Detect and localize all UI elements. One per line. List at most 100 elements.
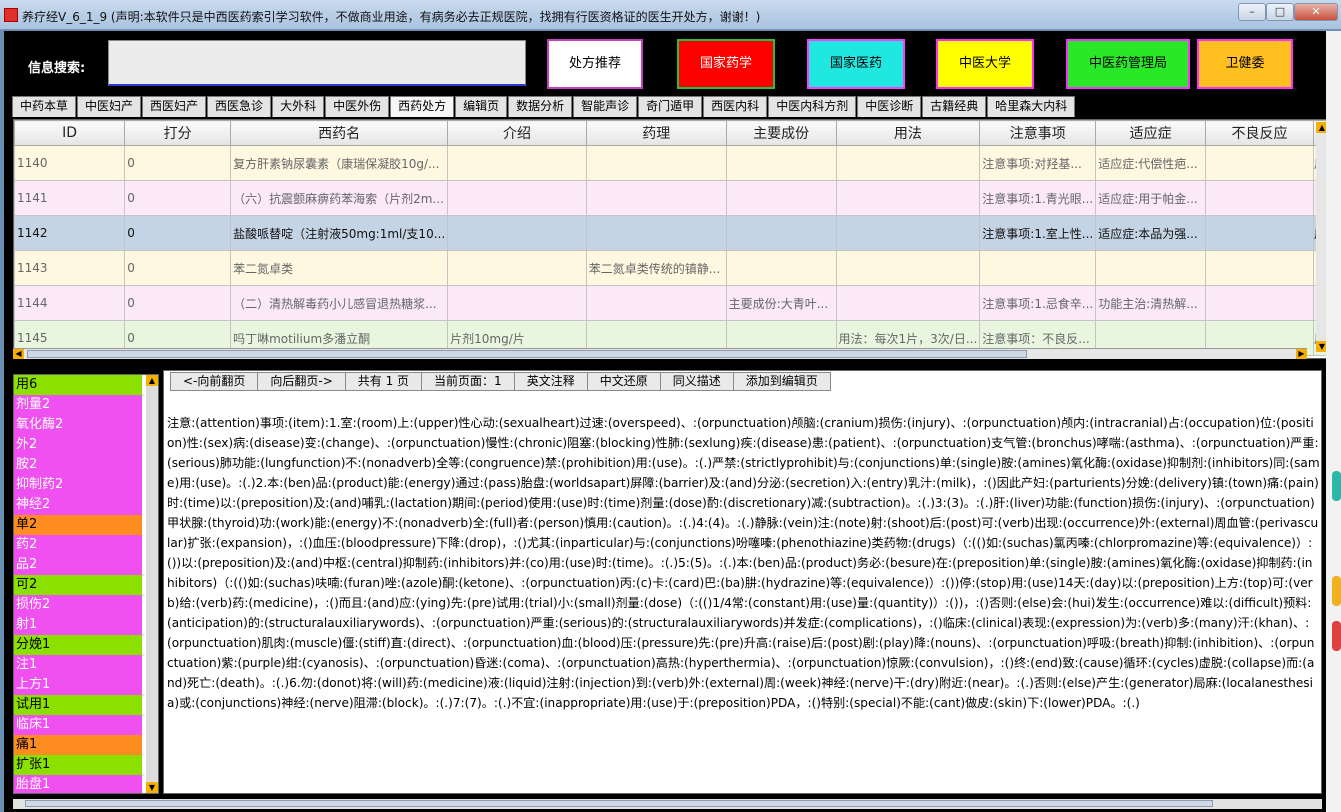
table-row[interactable]: 1141 0 （六）抗震颤麻痹药苯海索（片剂2m... 注意事项:1.青光眼... 适应… (14, 180, 1327, 216)
pager-button-0[interactable]: <-向前翻页 (170, 372, 259, 391)
tab-13[interactable]: 中医诊断 (857, 96, 922, 117)
column-header[interactable]: 打分 (124, 120, 232, 146)
table-cell[interactable]: （二）清热解毒药小儿感冒退热糖浆... (230, 285, 449, 321)
table-cell[interactable]: 1141 (14, 180, 126, 216)
list-item[interactable]: 射1 (14, 615, 142, 635)
list-item[interactable]: 单2 (14, 515, 142, 535)
column-header[interactable]: 主要成份 (725, 120, 837, 146)
minimize-button[interactable]: – (1238, 3, 1266, 21)
top-button-0[interactable]: 处方推荐 (547, 39, 643, 89)
tab-14[interactable]: 古籍经典 (922, 96, 987, 117)
table-cell[interactable] (835, 145, 981, 181)
table-cell[interactable] (725, 215, 837, 251)
table-cell[interactable]: 苯二氮卓类 (230, 250, 449, 286)
list-item[interactable]: 外2 (14, 435, 142, 455)
table-cell[interactable]: （六）抗震颤麻痹药苯海索（片剂2m... (230, 180, 449, 216)
tab-2[interactable]: 西医妇产 (142, 96, 207, 117)
pager-button-4[interactable]: 英文注释 (513, 372, 588, 391)
scroll-thumb[interactable] (25, 800, 1213, 807)
list-item[interactable]: 剂量2 (14, 395, 142, 415)
table-cell[interactable]: 适应症:本品为强... (1095, 215, 1207, 251)
table-row[interactable]: 1144 0 （二）清热解毒药小儿感冒退热糖浆... 主要成份:大青叶... 注意事项:… (14, 285, 1327, 321)
table-cell[interactable] (1205, 145, 1314, 181)
pager-button-7[interactable]: 添加到编辑页 (732, 372, 831, 391)
list-item[interactable]: 痛1 (14, 735, 142, 755)
list-item[interactable]: 试用1 (14, 695, 142, 715)
table-cell[interactable]: 1140 (14, 145, 126, 181)
column-header[interactable]: 适应症 (1095, 120, 1207, 146)
table-cell[interactable]: 适应症:用于帕金... (1095, 180, 1207, 216)
tab-6[interactable]: 西药处方 (390, 96, 455, 117)
table-cell[interactable] (585, 215, 727, 251)
pager-button-2[interactable]: 共有 1 页 (344, 372, 423, 391)
table-cell[interactable]: 0 (124, 215, 232, 251)
table-cell[interactable]: 注意事项:1.忌食辛... (979, 285, 1097, 321)
tab-10[interactable]: 奇门遁甲 (638, 96, 703, 117)
list-item[interactable]: 分娩1 (14, 635, 142, 655)
table-row[interactable]: 1142 0 盐酸哌替啶（注射液50mg:1ml/支10... 注意事项:1.室上性.… (14, 215, 1327, 251)
table-cell[interactable]: 注意事项:1.室上性... (979, 215, 1097, 251)
table-cell[interactable] (725, 145, 837, 181)
table-cell[interactable]: 1143 (14, 250, 126, 286)
list-item[interactable]: 品2 (14, 555, 142, 575)
table-cell[interactable]: 适应症:代偿性疤... (1095, 145, 1207, 181)
tab-3[interactable]: 西医急诊 (207, 96, 272, 117)
table-cell[interactable] (585, 145, 727, 181)
table-cell[interactable]: 复方肝素钠尿囊素（康瑞保凝胶10g/... (230, 145, 449, 181)
pager-button-1[interactable]: 向后翻页-> (257, 372, 346, 391)
scroll-thumb[interactable] (27, 350, 1027, 358)
table-cell[interactable] (447, 145, 587, 181)
table-cell[interactable]: 苯二氮卓类传统的镇静... (585, 250, 727, 286)
table-row[interactable]: 1140 0 复方肝素钠尿囊素（康瑞保凝胶10g/... 注意事项:对羟基... 适应症… (14, 145, 1327, 181)
scroll-up-icon[interactable]: ▲ (146, 375, 158, 386)
table-cell[interactable]: 注意事项:1.青光眼... (979, 180, 1097, 216)
pager-button-6[interactable]: 同义描述 (659, 372, 734, 391)
table-cell[interactable]: 1144 (14, 285, 126, 321)
pager-button-5[interactable]: 中文还原 (586, 372, 661, 391)
top-button-3[interactable]: 中医大学 (936, 39, 1034, 89)
table-cell[interactable] (1205, 215, 1314, 251)
table-cell[interactable] (725, 250, 837, 286)
table-cell[interactable] (1095, 250, 1207, 286)
list-item[interactable]: 药2 (14, 535, 142, 555)
top-button-5[interactable]: 卫健委 (1197, 39, 1293, 89)
table-cell[interactable] (835, 215, 981, 251)
scroll-right-icon[interactable]: ▶ (1296, 349, 1307, 359)
table-cell[interactable] (447, 250, 587, 286)
bottom-scrollbar[interactable] (13, 799, 1322, 809)
close-button[interactable]: ✕ (1294, 3, 1338, 21)
maximize-button[interactable]: □ (1266, 3, 1294, 21)
column-header[interactable]: ID (14, 120, 126, 146)
list-item[interactable]: 损伤2 (14, 595, 142, 615)
list-item[interactable]: 胺2 (14, 455, 142, 475)
table-cell[interactable]: 盐酸哌替啶（注射液50mg:1ml/支10... (230, 215, 449, 251)
list-item[interactable]: 扩张1 (14, 755, 142, 775)
column-header[interactable]: 用法 (835, 120, 981, 146)
scroll-down-icon[interactable]: ▼ (146, 782, 158, 793)
table-cell[interactable] (447, 285, 587, 321)
list-item[interactable]: 胎盘1 (14, 775, 142, 793)
table-cell[interactable]: 1142 (14, 215, 126, 251)
table-cell[interactable] (585, 180, 727, 216)
table-cell[interactable]: 0 (124, 145, 232, 181)
tab-8[interactable]: 数据分析 (508, 96, 573, 117)
tab-15[interactable]: 哈里森大内科 (987, 96, 1076, 117)
table-cell[interactable] (1205, 285, 1314, 321)
list-item[interactable]: 上方1 (14, 675, 142, 695)
list-item[interactable]: 氧化酶2 (14, 415, 142, 435)
top-button-1[interactable]: 国家药学 (677, 39, 775, 89)
pager-button-3[interactable]: 当前页面：1 (421, 372, 515, 391)
table-cell[interactable]: 0 (124, 285, 232, 321)
column-header[interactable]: 不良反应 (1205, 120, 1314, 146)
tab-0[interactable]: 中药本草 (12, 96, 77, 117)
list-item[interactable]: 注1 (14, 655, 142, 675)
table-cell[interactable] (835, 285, 981, 321)
top-button-2[interactable]: 国家医药 (807, 39, 905, 89)
list-item[interactable]: 用6 (14, 375, 142, 395)
tab-7[interactable]: 编辑页 (455, 96, 508, 117)
list-item[interactable]: 抑制药2 (14, 475, 142, 495)
scroll-left-icon[interactable]: ◀ (13, 349, 24, 359)
column-header[interactable]: 西药名 (230, 120, 449, 146)
table-cell[interactable]: 注意事项:对羟基... (979, 145, 1097, 181)
table-row[interactable]: 1143 0 苯二氮卓类 苯二氮卓类传统的镇静... (14, 250, 1327, 286)
